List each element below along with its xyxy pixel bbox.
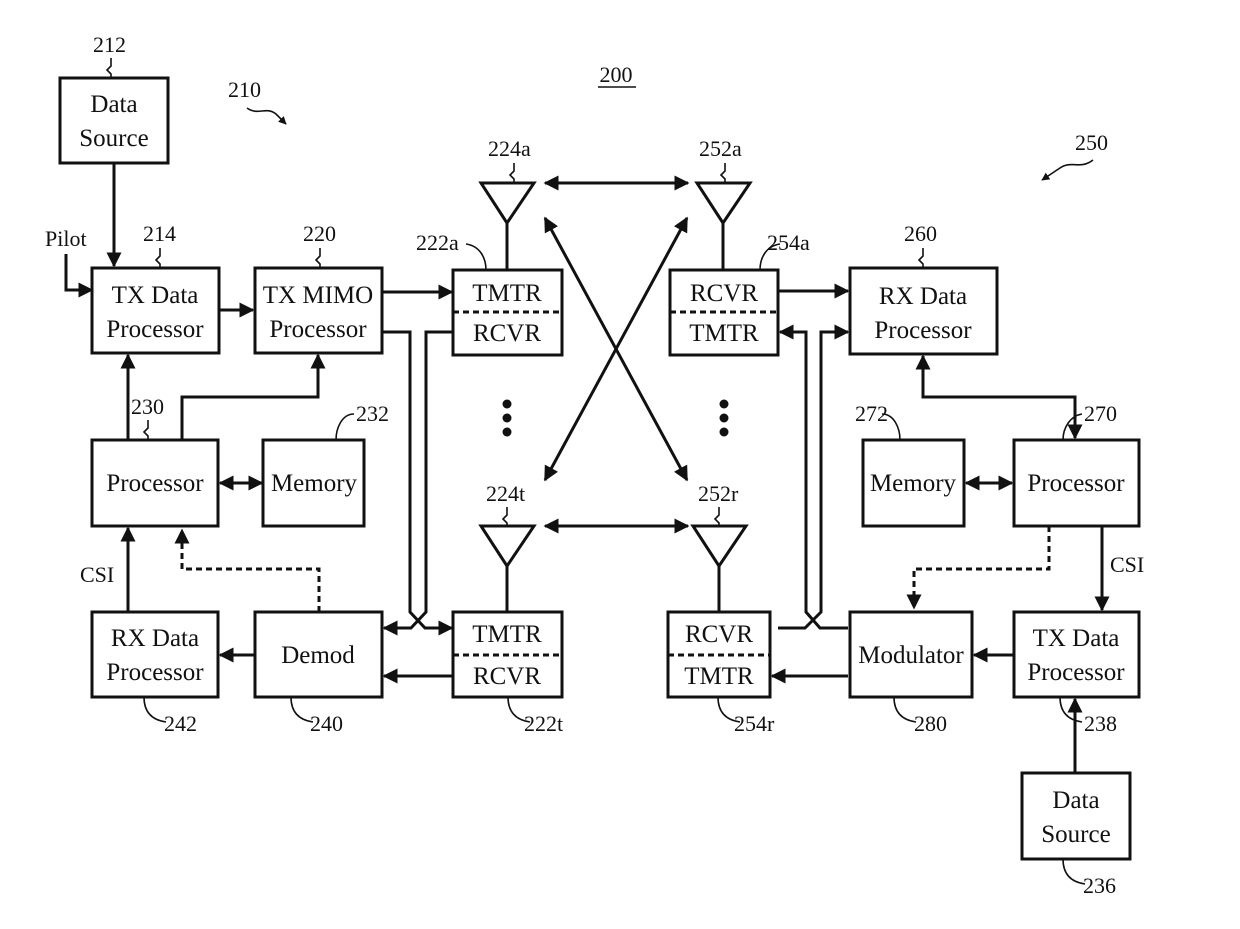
antenna-224a-icon [478,181,537,226]
tx-memory-label: Memory [271,470,358,497]
transceiver-254r-bottom: TMTR [684,663,754,690]
rx-side-tx-data-processor-line2: Processor [1027,659,1125,686]
ref-254r: 254r [734,711,775,736]
txmimo-to-tmtr-t-line [382,330,454,636]
tx-mimo-processor-line1: TX MIMO [263,282,373,309]
ref-224t-leader [501,507,508,526]
rx-data-processor-line1: RX Data [879,283,967,310]
mimo-system-diagram: 200 210 250 212 Data Source Pilot 214 TX… [45,32,1144,898]
tx-side-rx-data-processor-line2: Processor [106,659,204,686]
rcvr-a-to-demod-line [382,330,452,636]
ellipsis-dot [719,427,729,437]
ref-212-leader [105,58,112,78]
ref-260-leader [917,248,924,268]
tx-data-source-line1: Data [90,91,137,118]
ref-254a: 254a [767,230,810,255]
modulator-to-tmtr-a-line [778,324,848,630]
ref-222t: 222t [524,711,563,736]
processor-to-txmimo-arrow [180,353,326,440]
transceiver-222t-top: TMTR [472,621,542,648]
ref-236-leader [1062,858,1086,885]
antenna-224t-icon [478,524,537,569]
ellipsis-dot [502,427,512,437]
ref-236: 236 [1083,873,1116,898]
tx-data-processor-line2: Processor [106,316,204,343]
transmitter-ref-label: 210 [228,77,261,102]
ref-230: 230 [131,394,164,419]
tx-processor-label: Processor [106,470,204,497]
tx-side-rx-data-processor-line1: RX Data [111,625,199,652]
antenna-252r-icon [690,524,749,569]
ref-232: 232 [356,401,389,426]
transceiver-222a-top: TMTR [472,280,542,307]
ref-270: 270 [1084,401,1117,426]
ref-238-leader [1059,696,1083,723]
ref-280: 280 [914,711,947,736]
rx-csi-label: CSI [1110,552,1144,577]
ref-252r: 252r [698,481,739,506]
ref-224a-leader [508,163,515,183]
transceiver-254r-top: RCVR [685,621,753,648]
rx-data-source-line2: Source [1041,821,1110,848]
ref-224t: 224t [486,481,525,506]
pilot-arrow [64,254,94,298]
rx-data-processor-line2: Processor [874,317,972,344]
ref-252a-leader [719,163,726,183]
ref-222a: 222a [416,230,459,255]
tx-data-source-line2: Source [79,125,148,152]
ref-230-leader [142,420,149,440]
ref-222a-leader [465,243,487,271]
ref-252a: 252a [699,136,742,161]
ref-224a: 224a [488,136,531,161]
rx-side-tx-data-processor-line1: TX Data [1033,625,1120,652]
transceiver-254a-bottom: TMTR [689,320,759,347]
ref-220-leader [314,248,321,268]
pilot-label: Pilot [45,226,87,251]
rcvr-r-to-rxdata-line [778,324,850,630]
transmitter-ref-arrow [246,107,287,125]
ref-240: 240 [310,711,343,736]
ellipsis-dot [719,399,729,409]
ellipsis-dot [502,413,512,423]
tx-data-processor-line1: TX Data [112,282,199,309]
figure-number: 200 [600,62,633,87]
ref-212: 212 [93,32,126,57]
processor-to-modulator-dashed-arrow [906,526,1051,610]
transceiver-254a-top: RCVR [690,280,758,307]
demod-label: Demod [281,642,355,669]
ref-242: 242 [164,711,197,736]
transceiver-222t-bottom: RCVR [473,663,541,690]
tx-csi-label: CSI [80,562,114,587]
transceiver-222a-bottom: RCVR [473,320,541,347]
ref-214-leader [154,248,161,268]
receiver-ref-arrow [1041,159,1094,181]
ref-242-leader [143,696,167,723]
rx-data-source-line1: Data [1052,787,1099,814]
modulator-label: Modulator [858,642,964,669]
ref-252r-leader [713,507,720,526]
ref-220: 220 [303,221,336,246]
rx-memory-label: Memory [870,470,957,497]
ellipsis-dot [719,413,729,423]
rxdata-processor-link-arrow [915,354,1083,440]
ref-232-leader [335,413,355,441]
ref-238: 238 [1084,711,1117,736]
tx-mimo-processor-line2: Processor [269,316,367,343]
ref-270-leader [1062,413,1083,441]
ref-260: 260 [904,221,937,246]
ellipsis-dot [502,399,512,409]
ref-214: 214 [143,221,176,246]
receiver-ref-label: 250 [1075,130,1108,155]
ref-280-leader [893,696,917,723]
antenna-252a-icon [694,181,753,226]
demod-to-processor-dashed-arrow [174,528,321,612]
rx-processor-label: Processor [1027,470,1125,497]
